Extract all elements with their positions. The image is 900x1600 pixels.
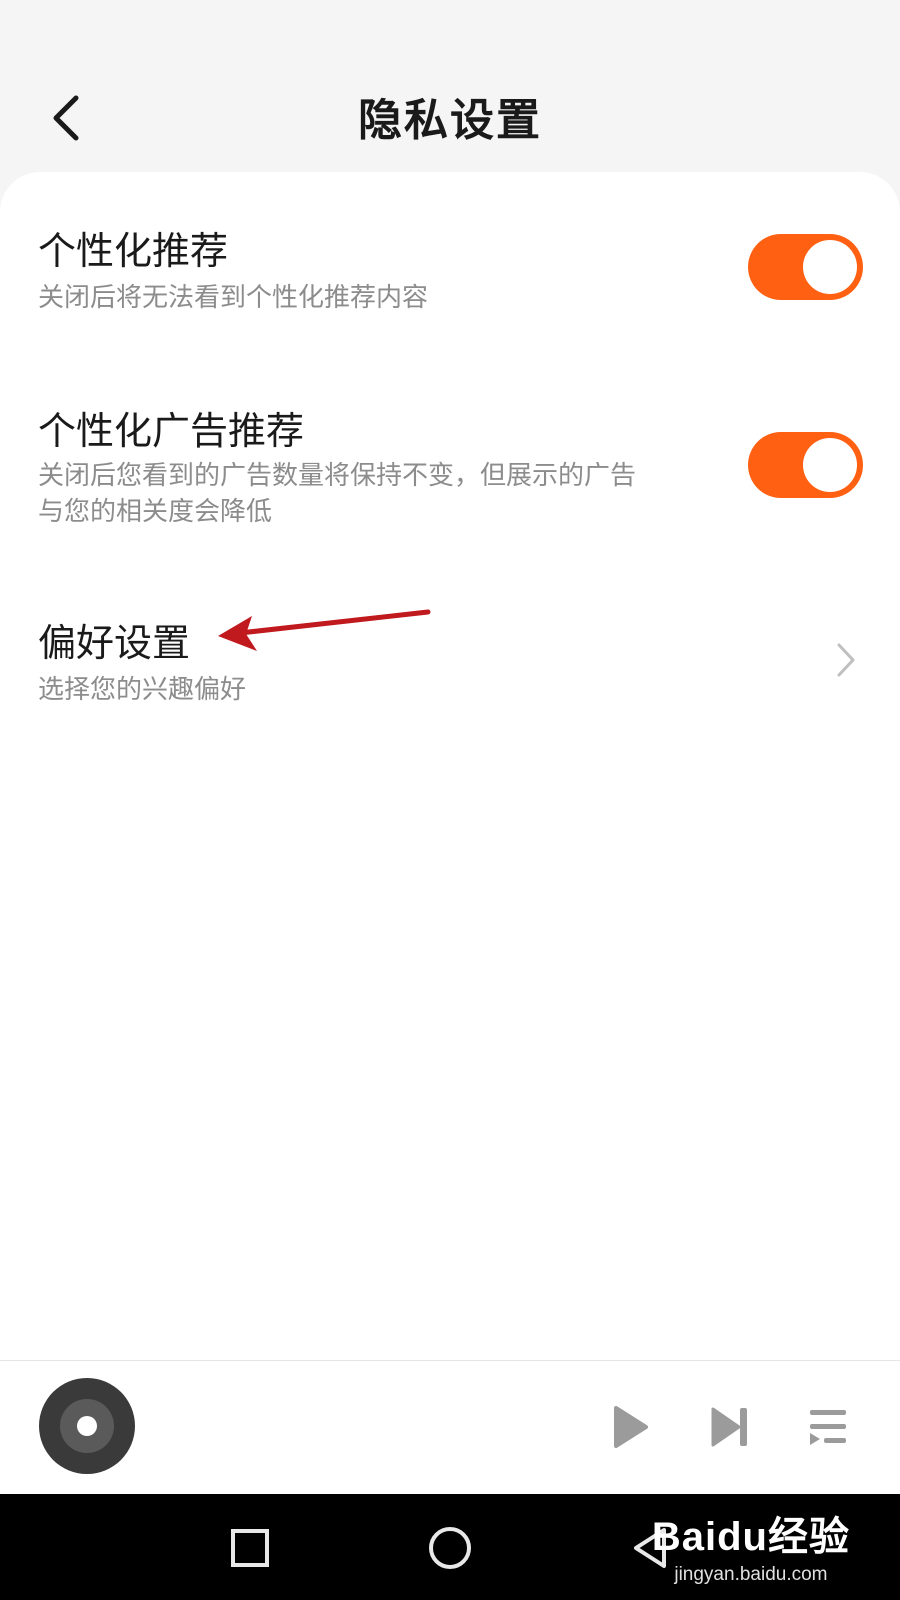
personalized-ads-toggle[interactable] <box>748 432 863 498</box>
baidu-watermark: Baidu经验 jingyan.baidu.com <box>652 1504 850 1586</box>
disc-icon[interactable] <box>38 1377 136 1475</box>
page-title: 隐私设置 <box>358 95 542 146</box>
mini-player <box>0 1360 900 1494</box>
setting-title: 个性化推荐 <box>38 229 229 273</box>
chevron-right-icon <box>837 643 855 677</box>
setting-title: 偏好设置 <box>38 621 191 665</box>
setting-title: 个性化广告推荐 <box>38 409 305 453</box>
home-button[interactable] <box>420 1518 480 1578</box>
playlist-button[interactable] <box>798 1397 858 1457</box>
setting-personalized-ads[interactable]: 个性化广告推荐 关闭后您看到的广告数量将保持不变，但展示的广告 与您的相关度会降… <box>0 362 900 572</box>
setting-description: 关闭后将无法看到个性化推荐内容 <box>38 283 429 313</box>
play-icon <box>614 1406 648 1448</box>
play-button[interactable] <box>600 1397 660 1457</box>
playlist-icon <box>810 1410 846 1445</box>
watermark-url: jingyan.baidu.com <box>674 1564 828 1585</box>
setting-description: 关闭后您看到的广告数量将保持不变，但展示的广告 与您的相关度会降低 <box>38 458 636 530</box>
recents-button[interactable] <box>220 1518 280 1578</box>
personalized-recommendation-toggle[interactable] <box>748 234 863 300</box>
setting-description: 选择您的兴趣偏好 <box>38 675 247 705</box>
toggle-knob <box>803 438 857 492</box>
header: 隐私设置 <box>0 0 900 172</box>
navigation-bar: Baidu经验 jingyan.baidu.com <box>0 1494 900 1600</box>
next-track-button[interactable] <box>700 1397 760 1457</box>
watermark-logo: Baidu经验 <box>651 1515 850 1559</box>
toggle-knob <box>803 240 857 294</box>
setting-personalized-recommendation[interactable]: 个性化推荐 关闭后将无法看到个性化推荐内容 <box>0 172 900 362</box>
description-line: 关闭后您看到的广告数量将保持不变，但展示的广告 <box>38 461 637 491</box>
home-circle-icon <box>429 1527 471 1569</box>
privacy-settings-screen: 隐私设置 个性化推荐 关闭后将无法看到个性化推荐内容 个性化广告推荐 关闭后您看… <box>0 0 900 1600</box>
description-line: 与您的相关度会降低 <box>38 497 273 527</box>
recents-square-icon <box>231 1529 269 1567</box>
next-track-icon <box>711 1407 747 1447</box>
settings-card: 个性化推荐 关闭后将无法看到个性化推荐内容 个性化广告推荐 关闭后您看到的广告数… <box>0 172 900 1360</box>
setting-preferences[interactable]: 偏好设置 选择您的兴趣偏好 <box>0 572 900 742</box>
